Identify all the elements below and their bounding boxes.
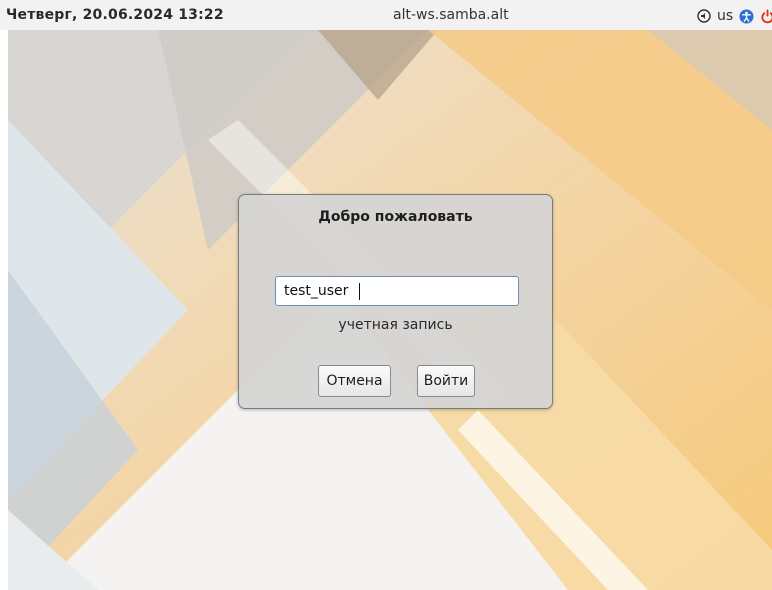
- power-icon[interactable]: [760, 8, 772, 24]
- login-button[interactable]: Войти: [417, 365, 475, 397]
- login-dialog: Добро пожаловать учетная запись Отмена В…: [238, 194, 553, 409]
- text-cursor: [359, 283, 360, 300]
- system-tray: us: [697, 7, 772, 25]
- accessibility-icon[interactable]: [739, 8, 754, 24]
- sound-icon[interactable]: [697, 9, 711, 23]
- clock-datetime[interactable]: Четверг, 20.06.2024 13:22: [6, 7, 224, 23]
- keyboard-layout-indicator[interactable]: us: [717, 8, 733, 24]
- hostname-label: alt-ws.samba.alt: [393, 7, 509, 23]
- cancel-button[interactable]: Отмена: [318, 365, 391, 397]
- username-field-label: учетная запись: [338, 317, 453, 333]
- welcome-title: Добро пожаловать: [318, 209, 473, 225]
- login-screen: Четверг, 20.06.2024 13:22 alt-ws.samba.a…: [0, 0, 772, 590]
- top-panel: Четверг, 20.06.2024 13:22 alt-ws.samba.a…: [0, 0, 772, 30]
- username-input[interactable]: [275, 276, 519, 306]
